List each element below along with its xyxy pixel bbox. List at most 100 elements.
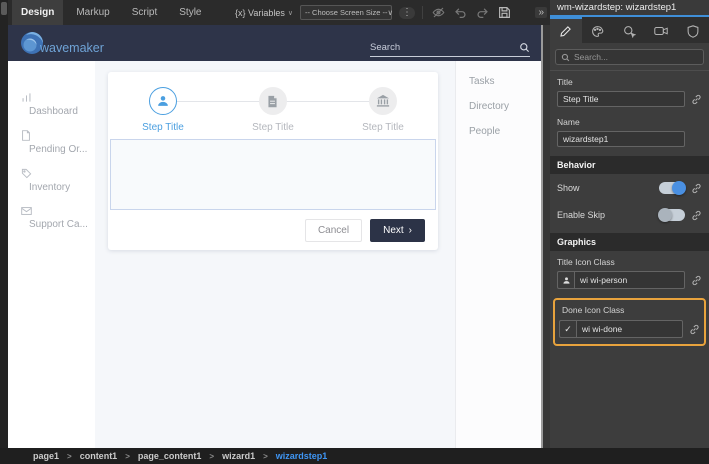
sidebar-item-pending-orders[interactable]: Pending Or... xyxy=(8,130,95,155)
sidebar-item-dashboard[interactable]: Dashboard xyxy=(8,92,95,117)
undo-icon[interactable] xyxy=(454,6,467,19)
app-header: wavemaker Search xyxy=(8,25,541,61)
name-field-group: Name xyxy=(550,111,709,151)
tab-design[interactable]: Design xyxy=(12,0,63,25)
sidebar-item-label: Dashboard xyxy=(29,106,95,117)
done-icon-class-input[interactable] xyxy=(576,320,683,338)
wizard-actions: Cancel Next › xyxy=(108,211,438,250)
link-directory[interactable]: Directory xyxy=(469,101,541,112)
design-canvas[interactable]: wavemaker Search Dashboard xyxy=(8,25,543,448)
title-field-input[interactable] xyxy=(557,91,685,107)
bind-link-icon[interactable] xyxy=(691,94,702,105)
show-property-label: Show xyxy=(557,183,659,193)
done-icon-class-highlight: Done Icon Class ✓ xyxy=(553,298,706,346)
wizard-step-content-selected[interactable] xyxy=(110,139,436,210)
link-people[interactable]: People xyxy=(469,126,541,137)
tab-markup[interactable]: Markup xyxy=(67,0,118,25)
sidebar-item-label: Support Ca... xyxy=(29,219,95,230)
tab-security[interactable] xyxy=(677,17,709,43)
brand-name: wavemaker xyxy=(40,41,104,55)
preview-eye-off-icon[interactable] xyxy=(432,6,445,19)
shield-icon xyxy=(687,25,699,38)
inspector-widget-title: wm-wizardstep: wizardstep1 xyxy=(550,0,709,17)
step-title-label: Step Title xyxy=(362,122,404,133)
title-field-group: Title xyxy=(550,71,709,111)
panel-drag-handle-icon[interactable] xyxy=(1,2,7,15)
check-glyph: ✓ xyxy=(564,324,572,335)
screen-size-select[interactable]: -- Choose Screen Size -- ∨ xyxy=(300,5,392,20)
app-sidebar: Dashboard Pending Or... Inventory xyxy=(8,61,95,448)
cancel-button[interactable]: Cancel xyxy=(305,219,362,242)
camera-icon xyxy=(654,25,668,37)
chevron-down-icon: ∨ xyxy=(388,8,394,17)
enable-skip-toggle[interactable] xyxy=(659,209,685,221)
name-field-label: Name xyxy=(557,117,702,127)
palette-icon xyxy=(591,25,604,38)
breadcrumb-separator: > xyxy=(125,452,130,461)
breadcrumb-separator: > xyxy=(67,452,72,461)
app-search-placeholder: Search xyxy=(370,42,400,53)
sidebar-item-inventory[interactable]: Inventory xyxy=(8,168,95,193)
more-options-kebab-icon[interactable]: ⋮ xyxy=(399,7,415,19)
title-icon-class-input[interactable] xyxy=(574,271,685,289)
variables-button[interactable]: {x} Variables ∨ xyxy=(235,8,293,18)
tab-script[interactable]: Script xyxy=(123,0,167,25)
wizard-widget[interactable]: Step Title Step Title xyxy=(108,72,438,250)
bar-chart-icon xyxy=(21,92,95,103)
check-icon: ✓ xyxy=(559,320,576,338)
show-property-row: Show xyxy=(550,174,709,201)
properties-search-input[interactable] xyxy=(574,52,698,62)
breadcrumb-item-page-content1[interactable]: page_content1 xyxy=(138,451,202,461)
breadcrumb-separator: > xyxy=(209,452,214,461)
chevron-right-icon: › xyxy=(409,225,412,236)
tab-events[interactable] xyxy=(614,17,646,43)
tab-properties[interactable] xyxy=(550,17,582,43)
pencil-icon xyxy=(560,25,572,37)
graphics-section-header[interactable]: Graphics xyxy=(550,233,709,251)
enable-skip-property-row: Enable Skip xyxy=(550,201,709,228)
wizard-step-3[interactable]: Step Title xyxy=(328,87,438,133)
wizard-steps-header: Step Title Step Title xyxy=(108,72,438,133)
bind-link-icon[interactable] xyxy=(689,324,700,335)
breadcrumb-item-page1[interactable]: page1 xyxy=(33,451,59,461)
bind-link-icon[interactable] xyxy=(691,275,702,286)
behavior-section-header[interactable]: Behavior xyxy=(550,156,709,174)
sidebar-item-label: Inventory xyxy=(29,182,95,193)
magnifier-cursor-icon xyxy=(623,25,636,38)
breadcrumb: page1 > content1 > page_content1 > wizar… xyxy=(0,448,709,464)
step-title-label: Step Title xyxy=(142,122,184,133)
collapse-panel-arrow-icon[interactable]: » xyxy=(535,7,547,18)
wizard-step-1[interactable]: Step Title xyxy=(108,87,218,133)
show-toggle[interactable] xyxy=(659,182,685,194)
app-search-input[interactable]: Search xyxy=(370,42,530,57)
search-icon xyxy=(519,42,530,53)
ide-toolbar: Design Markup Script Style {x} Variables… xyxy=(8,0,550,25)
save-icon[interactable] xyxy=(498,6,511,19)
app-right-panel: Tasks Directory People xyxy=(455,61,541,448)
left-collapsed-panel[interactable] xyxy=(0,0,8,464)
sidebar-item-label: Pending Or... xyxy=(29,144,95,155)
file-icon xyxy=(21,130,95,141)
search-icon xyxy=(561,53,570,62)
next-button[interactable]: Next › xyxy=(370,219,425,242)
properties-search[interactable] xyxy=(555,49,704,65)
chevron-down-icon: ∨ xyxy=(288,9,293,17)
sidebar-item-support-cases[interactable]: Support Ca... xyxy=(8,206,95,230)
screen-size-label: -- Choose Screen Size -- xyxy=(305,8,388,17)
tab-style[interactable]: Style xyxy=(170,0,210,25)
properties-inspector: Title Name Behavior Show Enable Skip xyxy=(550,17,709,448)
breadcrumb-item-wizard1[interactable]: wizard1 xyxy=(222,451,255,461)
bind-link-icon[interactable] xyxy=(691,183,702,194)
wizard-step-2[interactable]: Step Title xyxy=(218,87,328,133)
tab-device[interactable] xyxy=(645,17,677,43)
breadcrumb-item-content1[interactable]: content1 xyxy=(80,451,118,461)
name-field-input[interactable] xyxy=(557,131,685,147)
tab-styles[interactable] xyxy=(582,17,614,43)
breadcrumb-item-wizardstep1[interactable]: wizardstep1 xyxy=(276,451,328,461)
inspector-tabs xyxy=(550,17,709,43)
step-title-label: Step Title xyxy=(252,122,294,133)
link-tasks[interactable]: Tasks xyxy=(469,76,541,87)
redo-icon[interactable] xyxy=(476,6,489,19)
bind-link-icon[interactable] xyxy=(691,210,702,221)
next-button-label: Next xyxy=(383,225,404,236)
